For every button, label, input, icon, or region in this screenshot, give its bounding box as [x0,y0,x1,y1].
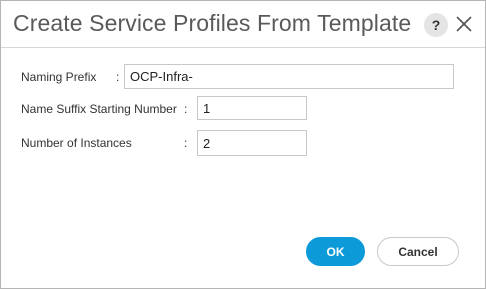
naming-prefix-input[interactable] [124,64,454,89]
cancel-button[interactable]: Cancel [377,237,459,266]
title-divider [1,47,485,48]
close-icon [456,16,472,32]
name-suffix-start-label: Name Suffix Starting Number [21,102,177,116]
help-button[interactable]: ? [424,13,448,37]
number-of-instances-label: Number of Instances [21,136,132,150]
number-of-instances-colon: : [184,136,188,150]
dialog-title: Create Service Profiles From Template [13,10,412,36]
naming-prefix-colon: : [116,70,120,84]
naming-prefix-label: Naming Prefix [21,70,97,84]
name-suffix-start-input[interactable] [197,96,307,120]
create-service-profiles-dialog: Create Service Profiles From Template ? … [0,0,486,289]
ok-button[interactable]: OK [306,237,365,266]
name-suffix-start-colon: : [184,102,188,116]
number-of-instances-input[interactable] [197,130,307,156]
close-button[interactable] [455,15,473,33]
question-mark-icon: ? [431,17,441,33]
